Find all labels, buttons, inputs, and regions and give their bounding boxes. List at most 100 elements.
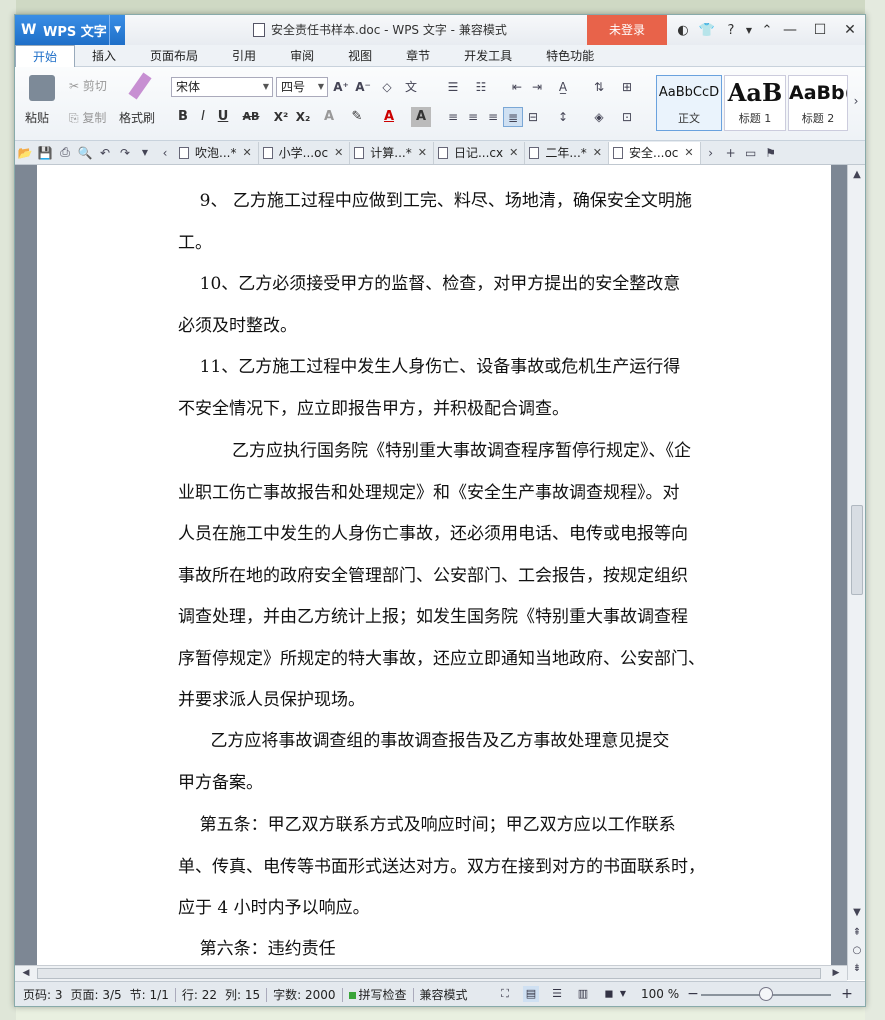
horizontal-scroll-thumb[interactable]	[37, 968, 821, 979]
justify-icon[interactable]: ≣	[503, 107, 523, 127]
style-heading-1[interactable]: AaB 标题 1	[724, 75, 786, 131]
scroll-down-icon[interactable]: ▼	[850, 905, 864, 921]
zoom-slider-knob[interactable]	[759, 987, 773, 1001]
status-word-count[interactable]: 字数: 2000	[269, 986, 339, 1003]
doc-tab[interactable]: 小学...oc ✕	[259, 141, 351, 164]
page-view-icon[interactable]: ▤	[523, 986, 539, 1002]
web-view-icon[interactable]: ▥	[575, 986, 591, 1002]
scroll-left-icon[interactable]: ◀	[19, 966, 33, 981]
shrink-font-icon[interactable]: A⁻	[353, 77, 373, 97]
paste-label[interactable]: 粘贴	[25, 109, 49, 126]
borders-icon[interactable]: ⊡	[617, 107, 637, 127]
tab-references[interactable]: 引用	[215, 45, 273, 67]
tab-developer[interactable]: 开发工具	[447, 45, 529, 67]
zoom-level[interactable]: 100 %	[641, 986, 679, 1002]
style-normal[interactable]: AaBbCcD 正文	[656, 75, 722, 131]
tab-page-layout[interactable]: 页面布局	[133, 45, 215, 67]
tab-view[interactable]: 视图	[331, 45, 389, 67]
shading-icon[interactable]: ◈	[589, 107, 609, 127]
scroll-right-icon[interactable]: ▶	[829, 966, 843, 981]
strikethrough-icon[interactable]: AB	[241, 107, 261, 127]
grow-font-icon[interactable]: A⁺	[331, 77, 351, 97]
vertical-scrollbar[interactable]: ▲ ▼ ⇞ ○ ⇟	[847, 165, 865, 980]
styles-more-icon[interactable]: ›	[849, 91, 863, 111]
close-icon[interactable]: ✕	[835, 15, 865, 45]
help-icon[interactable]: ?	[719, 23, 743, 38]
bullets-icon[interactable]: ☰	[443, 77, 463, 97]
spell-check-button[interactable]: 拼写检查	[345, 986, 411, 1003]
app-menu-dropdown-icon[interactable]: ▼	[109, 15, 121, 45]
vertical-scroll-thumb[interactable]	[851, 505, 863, 595]
next-page-icon[interactable]: ⇟	[850, 961, 864, 977]
tabs-right-icon[interactable]: ›	[701, 146, 721, 160]
font-color-icon[interactable]: A	[379, 107, 399, 127]
decrease-indent-icon[interactable]: ⇤	[507, 77, 527, 97]
align-center-icon[interactable]: ≡	[463, 107, 483, 127]
close-tab-icon[interactable]: ✕	[242, 142, 251, 164]
bold-icon[interactable]: B	[173, 107, 193, 127]
highlight-icon[interactable]: ✎	[347, 107, 367, 127]
login-button[interactable]: 未登录	[587, 15, 667, 45]
open-icon[interactable]: 📂	[15, 146, 35, 160]
document-page[interactable]: 9、 乙方施工过程中应做到工完、料尽、场地清，确保安全文明施 工。 10、乙方必…	[37, 165, 831, 980]
copy-button[interactable]: ⎘ 复制	[69, 109, 106, 126]
doc-tab[interactable]: 二年... * ✕	[525, 141, 609, 164]
save-icon[interactable]: 💾	[35, 146, 55, 160]
align-left-icon[interactable]: ≡	[443, 107, 463, 127]
superscript-icon[interactable]: X²	[271, 107, 291, 127]
font-size-select[interactable]: 四号 ▼	[276, 77, 328, 97]
close-tab-icon[interactable]: ✕	[509, 142, 518, 164]
scroll-up-icon[interactable]: ▲	[850, 167, 864, 183]
horizontal-scrollbar[interactable]: ◀ ▶	[15, 965, 847, 981]
tab-menu-icon[interactable]: ⚑	[761, 146, 781, 160]
select-browse-icon[interactable]: ○	[850, 943, 864, 959]
print-icon[interactable]: ⎙	[55, 145, 75, 160]
fullscreen-view-icon[interactable]: ⛶	[497, 986, 513, 1002]
doc-tab[interactable]: 计算... * ✕	[350, 141, 434, 164]
tab-features[interactable]: 特色功能	[529, 45, 611, 67]
tab-chapter[interactable]: 章节	[389, 45, 447, 67]
tab-review[interactable]: 审阅	[273, 45, 331, 67]
undo-icon[interactable]: ↶	[95, 146, 115, 160]
increase-indent-icon[interactable]: ⇥	[527, 77, 547, 97]
help-dropdown-icon[interactable]: ▼	[743, 26, 755, 35]
tab-home[interactable]: 开始	[15, 45, 76, 67]
tab-list-icon[interactable]: ▭	[741, 146, 761, 160]
outline-view-icon[interactable]: ☰	[549, 986, 565, 1002]
paste-button[interactable]	[29, 75, 55, 101]
cloud-icon[interactable]: ◐	[671, 23, 695, 38]
app-menu-button[interactable]: W WPS 文字 ▼	[15, 15, 125, 45]
format-painter-label[interactable]: 格式刷	[119, 109, 155, 126]
phonetic-icon[interactable]: 文	[401, 77, 421, 97]
status-page-count[interactable]: 页面: 3/5	[67, 986, 126, 1003]
char-shading-icon[interactable]: A	[411, 107, 431, 127]
text-direction-icon[interactable]: A̲	[553, 77, 573, 97]
zoom-in-icon[interactable]: +	[839, 986, 855, 1002]
close-tab-icon[interactable]: ✕	[418, 142, 427, 164]
tab-insert[interactable]: 插入	[75, 45, 133, 67]
align-right-icon[interactable]: ≡	[483, 107, 503, 127]
clear-format-icon[interactable]: ◇	[377, 77, 397, 97]
close-tab-icon[interactable]: ✕	[334, 142, 343, 164]
doc-tab-active[interactable]: 安全...oc ✕	[609, 141, 701, 164]
subscript-icon[interactable]: X₂	[293, 107, 313, 127]
doc-tab[interactable]: 日记...cx ✕	[434, 141, 526, 164]
prev-page-icon[interactable]: ⇞	[850, 925, 864, 941]
maximize-icon[interactable]: ☐	[805, 15, 835, 45]
view-dropdown-icon[interactable]: ▼	[615, 986, 631, 1002]
tabs-left-icon[interactable]: ‹	[155, 146, 175, 160]
italic-icon[interactable]: I	[193, 107, 213, 127]
minimize-icon[interactable]: —	[775, 15, 805, 45]
sort-icon[interactable]: ⇅	[589, 77, 609, 97]
skin-icon[interactable]: 👕	[695, 23, 719, 38]
font-name-select[interactable]: 宋体 ▼	[171, 77, 273, 97]
underline-icon[interactable]: U	[213, 107, 233, 127]
redo-icon[interactable]: ↷	[115, 146, 135, 160]
numbering-icon[interactable]: ☷	[471, 77, 491, 97]
line-spacing-icon[interactable]: ↕	[553, 107, 573, 127]
style-heading-2[interactable]: AaBb( 标题 2	[788, 75, 848, 131]
new-tab-icon[interactable]: +	[721, 146, 741, 160]
close-tab-icon[interactable]: ✕	[684, 142, 693, 164]
doc-tab[interactable]: 吹泡... * ✕	[175, 141, 259, 164]
format-painter-button[interactable]	[128, 72, 152, 100]
